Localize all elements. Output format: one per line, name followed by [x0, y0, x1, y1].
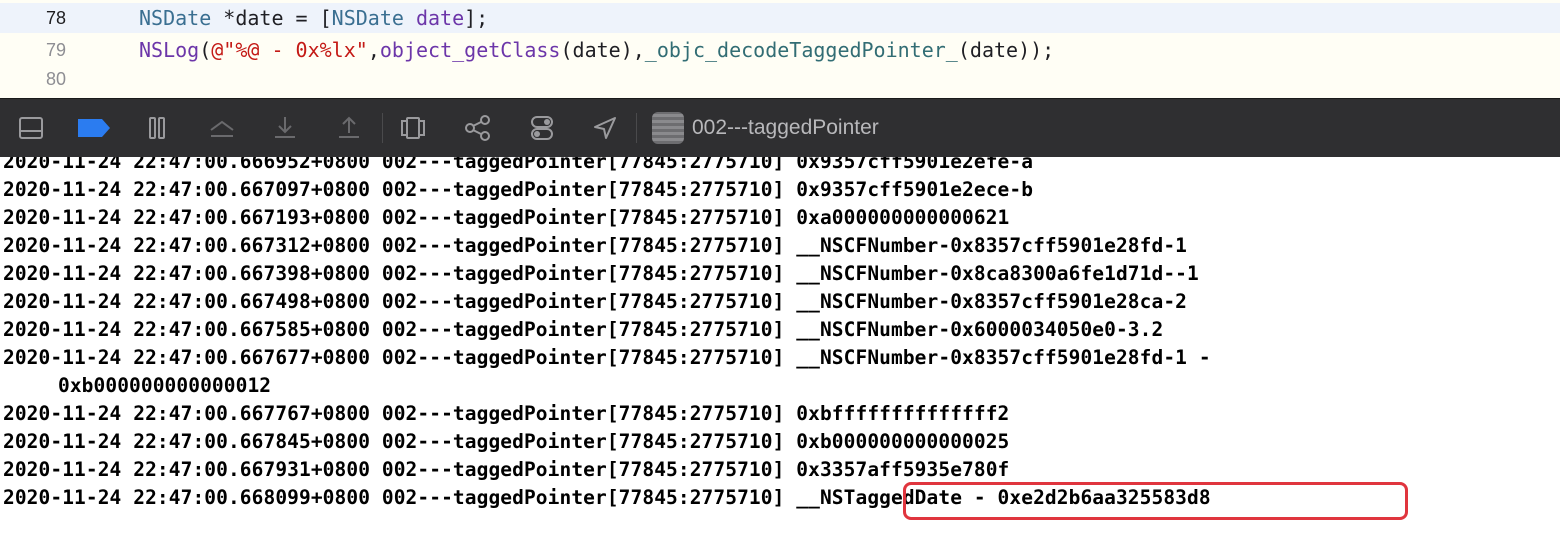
console-line: 2020-11-24 22:47:00.667193+0800 002---ta… [3, 206, 1010, 229]
code-token: NSDate [331, 6, 404, 30]
process-app-icon [652, 112, 684, 144]
code-token: date [415, 6, 465, 30]
code-token: (date), [560, 38, 645, 62]
code-line-79[interactable]: 79 NSLog(@"%@ - 0x%lx",object_getClass(d… [0, 35, 1560, 67]
console-line: 2020-11-24 22:47:00.667677+0800 002---ta… [3, 346, 1211, 369]
line-number: 78 [45, 8, 66, 28]
step-out-icon[interactable] [332, 111, 366, 145]
code-text: NSDate *date = [NSDate date]; [139, 6, 488, 30]
toolbar-separator [636, 113, 637, 143]
highlight-box [903, 482, 1408, 520]
code-token: @"%@ - 0x%lx" [211, 38, 368, 62]
line-number: 80 [45, 69, 66, 89]
code-token: ]; [464, 6, 489, 30]
step-over-icon[interactable] [205, 111, 239, 145]
step-into-icon[interactable] [268, 111, 302, 145]
memory-graph-icon[interactable] [461, 111, 495, 145]
toolbar-separator [382, 113, 383, 143]
console-line-continuation: 0xb000000000000012 [58, 374, 272, 397]
process-name: 002---taggedPointer [692, 116, 879, 139]
code-token: NSDate [139, 6, 212, 30]
code-editor[interactable]: 78 NSDate *date = [NSDate date]; 79 NSLo… [0, 0, 1560, 98]
console-line: 2020-11-24 22:47:00.667398+0800 002---ta… [3, 262, 1199, 285]
code-token: , [367, 38, 380, 62]
console-line: 2020-11-24 22:47:00.667931+0800 002---ta… [3, 458, 1010, 481]
line-number: 79 [45, 40, 66, 60]
code-token: ( [199, 38, 212, 62]
pause-continue-icon[interactable] [140, 111, 174, 145]
console-line: 2020-11-24 22:47:00.667845+0800 002---ta… [3, 430, 1010, 453]
code-token: *date = [ [211, 6, 332, 30]
code-token: NSLog [139, 38, 200, 62]
breakpoints-toggle-icon[interactable] [74, 111, 114, 145]
code-token: (date)); [957, 38, 1055, 62]
console-line: 2020-11-24 22:47:00.667767+0800 002---ta… [3, 402, 1010, 425]
simulate-location-icon[interactable] [588, 111, 622, 145]
code-line-80[interactable]: 80 [0, 64, 1560, 96]
code-line-78[interactable]: 78 NSDate *date = [NSDate date]; [0, 3, 1560, 33]
console-line: 2020-11-24 22:47:00.667585+0800 002---ta… [3, 318, 1164, 341]
code-token: _objc_decodeTaggedPointer_ [644, 38, 958, 62]
environment-overrides-icon[interactable] [525, 111, 559, 145]
view-debugger-icon[interactable] [396, 111, 430, 145]
console-line: 2020-11-24 22:47:00.667498+0800 002---ta… [3, 290, 1187, 313]
console-line: 2020-11-24 22:47:00.667312+0800 002---ta… [3, 234, 1187, 257]
code-text: NSLog(@"%@ - 0x%lx",object_getClass(date… [139, 38, 1054, 62]
hide-console-icon[interactable] [14, 111, 48, 145]
code-token: object_getClass [379, 38, 561, 62]
console-line: 2020-11-24 22:47:00.667097+0800 002---ta… [3, 178, 1034, 201]
